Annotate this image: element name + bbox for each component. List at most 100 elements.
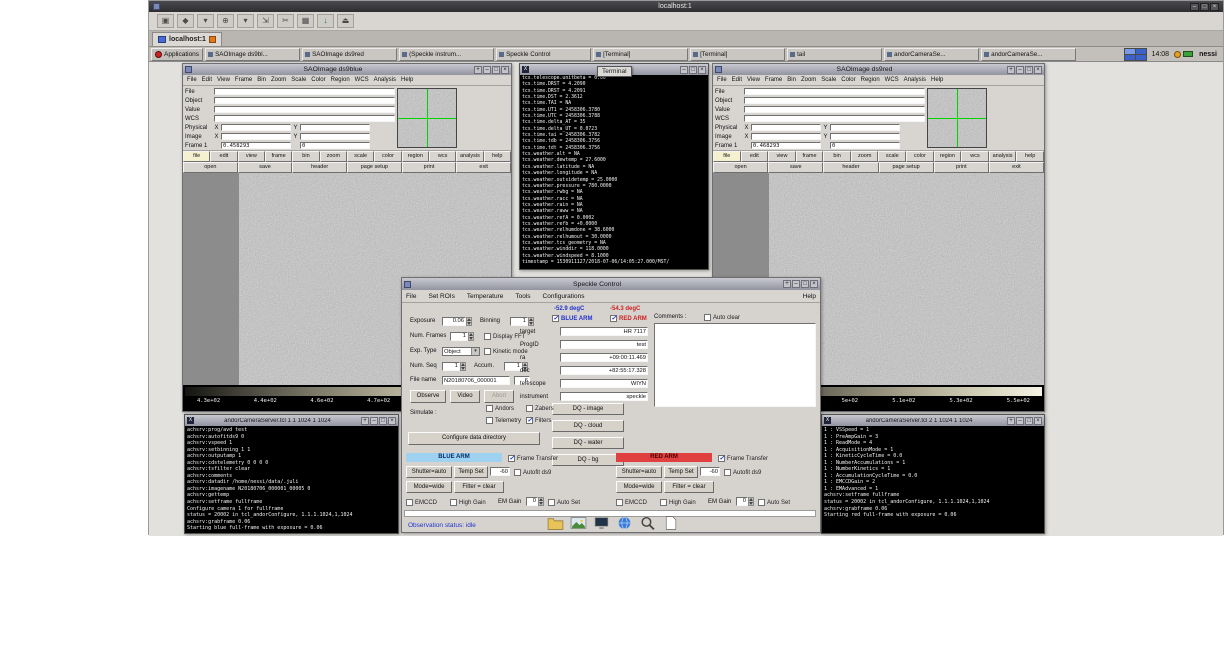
menu-item[interactable]: Help <box>931 77 943 83</box>
close-button[interactable]: × <box>388 416 396 425</box>
target-field-input[interactable]: HR 7117 <box>560 327 648 336</box>
battery-icon[interactable] <box>1183 51 1194 57</box>
minimize-button[interactable]: – <box>1016 65 1024 74</box>
taskbar-task-button[interactable]: andorCameraSe... <box>981 47 1077 61</box>
menu-item[interactable]: View <box>217 77 230 83</box>
file-name-input[interactable]: N20180706_000001 <box>442 376 510 385</box>
menu-item[interactable]: File <box>717 77 727 83</box>
target-field-input[interactable]: speckle <box>560 392 648 401</box>
autofit-ds9-checkbox[interactable]: Autofit ds9 <box>724 468 761 477</box>
physical-y-input[interactable] <box>830 124 900 131</box>
globe-icon[interactable] <box>616 515 633 531</box>
minimize-button[interactable]: – <box>1190 2 1199 11</box>
info-value-input[interactable] <box>214 88 395 95</box>
window-menu-icon[interactable] <box>185 66 192 73</box>
simulate-andors-checkbox[interactable]: Andors <box>486 404 514 413</box>
window-titlebar[interactable]: SAOImage ds9red + – □ × <box>713 64 1044 75</box>
screenshot-icon[interactable]: ✂ <box>277 14 294 28</box>
shade-button[interactable]: + <box>361 416 369 425</box>
emccd-checkbox[interactable]: EMCCD <box>616 498 647 507</box>
ds9-tab-button[interactable]: bin <box>823 151 851 162</box>
menu-item[interactable]: Help <box>401 77 413 83</box>
frame-x-input[interactable]: 0.458293 <box>221 142 291 149</box>
target-field-input[interactable]: +09:00:11.469 <box>560 353 648 362</box>
ds9-tab-button[interactable]: wcs <box>961 151 989 162</box>
exposure-input[interactable]: 0.06 <box>442 317 472 326</box>
menu-item[interactable]: Region <box>861 77 880 83</box>
num-seq-input[interactable]: 1 <box>442 362 466 371</box>
ds9-tab-button[interactable]: help <box>1016 151 1044 162</box>
target-field-input[interactable]: +82:55:17.328 <box>560 366 648 375</box>
frame-y-input[interactable]: 0 <box>300 142 370 149</box>
maximize-button[interactable]: □ <box>1200 2 1209 11</box>
ds9-tab-button[interactable]: scale <box>878 151 907 162</box>
disconnect-icon[interactable]: ⏏ <box>337 14 354 28</box>
menu-item[interactable]: Scale <box>821 77 836 83</box>
frame-transfer-checkbox[interactable]: Frame Transfer <box>718 454 768 463</box>
dq-button[interactable]: DQ - image <box>552 403 624 415</box>
minimize-button[interactable]: – <box>792 280 800 288</box>
close-button[interactable]: × <box>810 280 818 288</box>
temp-set-button[interactable]: Temp Set <box>454 466 488 478</box>
maximize-button[interactable]: □ <box>801 280 809 288</box>
simulate-telemetry-checkbox[interactable]: Telemetry <box>486 416 521 425</box>
menu-item[interactable]: Edit <box>732 77 742 83</box>
shade-button[interactable]: + <box>474 65 482 74</box>
frame-y-input[interactable]: 0 <box>830 142 900 149</box>
menu-item[interactable]: Region <box>331 77 350 83</box>
ds9-tab-button[interactable]: edit <box>210 151 238 162</box>
menu-item[interactable]: File <box>406 293 416 300</box>
shade-button[interactable]: + <box>783 280 791 288</box>
taskbar-task-button[interactable]: Speckle Control <box>496 47 592 61</box>
menu-item[interactable]: Temperature <box>467 293 504 300</box>
abort-button[interactable]: Abort <box>484 390 514 403</box>
filter-button[interactable]: Filter = clear <box>664 481 714 493</box>
menu-item[interactable]: Scale <box>291 77 306 83</box>
maximize-button[interactable]: □ <box>1025 65 1033 74</box>
ds9-action-button[interactable]: print <box>933 162 989 173</box>
taskbar-task-button[interactable]: SAOImage ds9red <box>302 47 398 61</box>
configure-data-directory-button[interactable]: Configure data directory <box>408 432 540 445</box>
simulate-zabers-checkbox[interactable]: Zabers <box>526 404 554 413</box>
ds9-tab-button[interactable]: zoom <box>319 151 347 162</box>
filter-button[interactable]: Filter = clear <box>454 481 504 493</box>
maximize-button[interactable]: □ <box>379 416 387 425</box>
window-titlebar[interactable]: SAOImage ds9blue + – □ × <box>183 64 511 75</box>
autofit-ds9-checkbox[interactable]: Autofit ds9 <box>514 468 551 477</box>
document-icon[interactable] <box>662 515 679 531</box>
info-value-input[interactable] <box>214 106 395 113</box>
maximize-button[interactable]: □ <box>492 65 500 74</box>
info-value-input[interactable] <box>214 97 395 104</box>
menu-item[interactable]: WCS <box>885 77 899 83</box>
observe-button[interactable]: Observe <box>410 390 446 403</box>
dq-button[interactable]: DQ - cloud <box>552 420 624 432</box>
close-button[interactable]: × <box>1034 416 1042 425</box>
image-x-input[interactable] <box>221 133 291 140</box>
taskbar-task-button[interactable]: tail <box>787 47 883 61</box>
ds9-tab-button[interactable]: analysis <box>456 151 484 162</box>
menu-item[interactable]: Tools <box>515 293 530 300</box>
ds9-tab-button[interactable]: bin <box>292 151 320 162</box>
terminal-output[interactable]: achsrv:prog/avd test achsrv:autofitds9 0a… <box>185 426 398 533</box>
minimize-button[interactable]: – <box>483 65 491 74</box>
menu-item[interactable]: Analysis <box>904 77 926 83</box>
window-titlebar[interactable]: X andorCameraServer.tcl 2 1 1024 1 1024 … <box>822 415 1044 426</box>
menu-item[interactable]: File <box>187 77 197 83</box>
terminal-output[interactable]: tcs.telescope.unitbeta = 0.00 tcs.time.DR… <box>520 75 708 269</box>
auto-set-checkbox[interactable]: Auto Set <box>758 498 790 507</box>
temp-input[interactable]: -60 <box>700 467 720 476</box>
physical-x-input[interactable] <box>221 124 291 131</box>
applications-menu[interactable]: Applications <box>151 47 204 61</box>
frame-transfer-checkbox[interactable]: Frame Transfer <box>508 454 558 463</box>
ds9-tab-button[interactable]: scale <box>346 151 375 162</box>
menu-item-help[interactable]: Help <box>803 293 816 300</box>
taskbar-task-button[interactable]: [Terminal] <box>593 47 689 61</box>
info-value-input[interactable] <box>214 115 395 122</box>
menu-item[interactable]: Zoom <box>801 77 816 83</box>
keyboard-icon[interactable]: ▦ <box>297 14 314 28</box>
image-y-input[interactable] <box>830 133 900 140</box>
menu-item[interactable]: Frame <box>235 77 252 83</box>
menu-item[interactable]: Bin <box>787 77 796 83</box>
mode-button[interactable]: Mode=wide <box>616 481 662 493</box>
red-arm-checkbox[interactable]: RED ARM <box>610 314 647 323</box>
